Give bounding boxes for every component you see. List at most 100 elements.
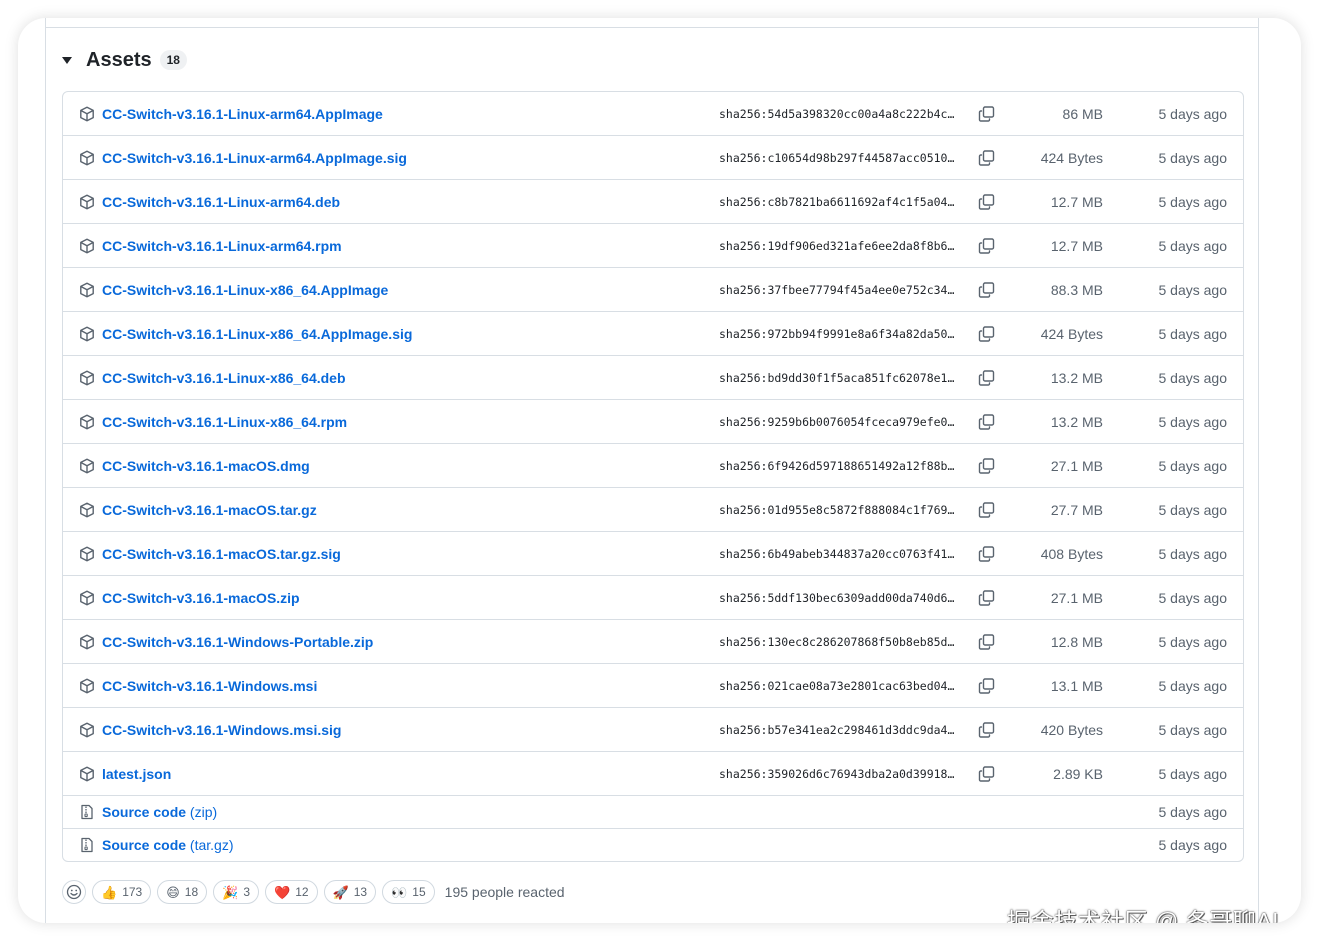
asset-row: CC-Switch-v3.16.1-Linux-arm64.deb sha256:… [63,179,1243,223]
reaction-button[interactable]: 😄 18 [157,880,208,904]
asset-download-link[interactable]: CC-Switch-v3.16.1-Linux-arm64.AppImage.s… [102,150,407,166]
assets-toggle[interactable]: Assets 18 [62,47,187,73]
copy-icon[interactable] [978,325,995,342]
asset-download-link[interactable]: CC-Switch-v3.16.1-macOS.dmg [102,458,310,474]
asset-sha256: sha256:54d5a398320cc00a4a8c222b4c… [719,106,955,121]
asset-size: 88.3 MB [1050,281,1103,298]
asset-sha256: sha256:bd9dd30f1f5aca851fc62078e1… [719,370,955,385]
asset-row: CC-Switch-v3.16.1-macOS.zip sha256:5ddf13… [63,575,1243,619]
reactions-bar: 👍 173 😄 18 🎉 3 ❤️ 12 🚀 13 👀 15 195 people reacted [62,879,565,905]
copy-icon[interactable] [978,677,995,694]
asset-sha256: sha256:19df906ed321afe6ee2da8f8b6… [719,238,955,253]
asset-sha256: sha256:c10654d98b297f44587acc0510… [719,150,955,165]
reaction-button[interactable]: ❤️ 12 [265,880,318,904]
asset-download-link[interactable]: CC-Switch-v3.16.1-Linux-arm64.deb [102,194,340,210]
divider [46,27,1258,28]
asset-row: CC-Switch-v3.16.1-macOS.tar.gz sha256:01d… [63,487,1243,531]
screenshot-frame: Assets 18 CC-Switch-v3.16.1-Linux-arm64.… [18,18,1301,923]
asset-size: 27.7 MB [1050,501,1103,518]
assets-title: Assets [86,48,152,71]
copy-icon[interactable] [978,237,995,254]
asset-sha256: sha256:972bb94f9991e8a6f34a82da50… [719,326,955,341]
copy-icon[interactable] [978,501,995,518]
asset-date: 5 days ago [1158,457,1228,474]
eyes-icon: 👀 [391,884,408,900]
asset-row: CC-Switch-v3.16.1-Windows.msi.sig sha256:… [63,707,1243,751]
asset-download-link[interactable]: CC-Switch-v3.16.1-macOS.zip [102,590,300,606]
asset-size: 13.1 MB [1050,677,1103,694]
asset-sha256: sha256:9259b6b0076054fceca979efe0… [719,414,955,429]
asset-download-link[interactable]: CC-Switch-v3.16.1-Linux-arm64.rpm [102,238,342,254]
release-card: Assets 18 CC-Switch-v3.16.1-Linux-arm64.… [45,18,1259,923]
copy-icon[interactable] [978,149,995,166]
asset-date: 5 days ago [1158,545,1228,562]
asset-date: 5 days ago [1158,369,1228,386]
package-icon [79,590,95,606]
copy-icon[interactable] [978,765,995,782]
package-icon [79,150,95,166]
asset-sha256: sha256:37fbee77794f45a4ee0e752c34… [719,282,955,297]
package-icon [79,238,95,254]
source-code-link[interactable]: Source code (tar.gz) [102,837,234,853]
source-code-link[interactable]: Source code (zip) [102,804,217,820]
package-icon [79,546,95,562]
package-icon [79,502,95,518]
reaction-button[interactable]: 👍 173 [92,880,152,904]
reaction-button[interactable]: 🚀 13 [323,880,377,904]
asset-download-link[interactable]: CC-Switch-v3.16.1-Linux-arm64.AppImage [102,106,383,122]
asset-size: 27.1 MB [1050,589,1103,606]
asset-download-link[interactable]: latest.json [102,766,171,782]
copy-icon[interactable] [978,457,995,474]
asset-download-link[interactable]: CC-Switch-v3.16.1-Linux-x86_64.AppImage.… [102,326,412,342]
asset-row: latest.json sha256:359026d6c76943dba2a0d3… [63,751,1243,795]
asset-size: 13.2 MB [1050,413,1103,430]
copy-icon[interactable] [978,545,995,562]
package-icon [79,106,95,122]
asset-date: 5 days ago [1158,237,1228,254]
copy-icon[interactable] [978,721,995,738]
asset-download-link[interactable]: CC-Switch-v3.16.1-Linux-x86_64.AppImage [102,282,388,298]
copy-icon[interactable] [978,193,995,210]
package-icon [79,634,95,650]
reaction-button[interactable]: 🎉 3 [213,880,260,904]
party-icon: 🎉 [222,884,239,900]
asset-size: 12.7 MB [1050,237,1103,254]
copy-icon[interactable] [978,105,995,122]
asset-row: CC-Switch-v3.16.1-Linux-arm64.rpm sha256:… [63,223,1243,267]
asset-row: CC-Switch-v3.16.1-macOS.tar.gz.sig sha256… [63,531,1243,575]
copy-icon[interactable] [978,633,995,650]
asset-date: 5 days ago [1158,281,1228,298]
asset-sha256: sha256:5ddf130bec6309add00da740d6… [719,590,955,605]
asset-row: CC-Switch-v3.16.1-Linux-arm64.AppImage sh… [63,92,1243,135]
asset-sha256: sha256:c8b7821ba6611692af4c1f5a04… [719,194,955,209]
add-reaction-button[interactable] [62,880,86,904]
copy-icon[interactable] [978,413,995,430]
asset-download-link[interactable]: CC-Switch-v3.16.1-macOS.tar.gz [102,502,317,518]
asset-download-link[interactable]: CC-Switch-v3.16.1-Linux-x86_64.rpm [102,414,347,430]
asset-row: CC-Switch-v3.16.1-Linux-x86_64.AppImage s… [63,267,1243,311]
asset-date: 5 days ago [1158,325,1228,342]
asset-download-link[interactable]: CC-Switch-v3.16.1-Linux-x86_64.deb [102,370,346,386]
asset-size: 2.89 KB [1053,765,1103,782]
asset-download-link[interactable]: CC-Switch-v3.16.1-Windows-Portable.zip [102,634,373,650]
asset-sha256: sha256:359026d6c76943dba2a0d39918… [719,766,955,781]
file-zip-icon [79,837,95,853]
asset-download-link[interactable]: CC-Switch-v3.16.1-macOS.tar.gz.sig [102,546,341,562]
rocket-icon: 🚀 [332,884,349,900]
source-code-format: (tar.gz) [189,837,234,853]
reaction-count: 18 [184,885,199,899]
asset-row: CC-Switch-v3.16.1-Windows.msi sha256:021c… [63,663,1243,707]
package-icon [79,370,95,386]
asset-date: 5 days ago [1158,589,1228,606]
asset-download-link[interactable]: CC-Switch-v3.16.1-Windows.msi [102,678,317,694]
copy-icon[interactable] [978,281,995,298]
caret-down-icon [62,56,72,64]
package-icon [79,722,95,738]
asset-sha256: sha256:01d955e8c5872f888084c1f769… [719,502,955,517]
copy-icon[interactable] [978,589,995,606]
asset-download-link[interactable]: CC-Switch-v3.16.1-Windows.msi.sig [102,722,341,738]
asset-sha256: sha256:b57e341ea2c298461d3ddc9da4… [719,722,955,737]
asset-date: 5 days ago [1158,105,1228,122]
copy-icon[interactable] [978,369,995,386]
reaction-button[interactable]: 👀 15 [382,880,435,904]
